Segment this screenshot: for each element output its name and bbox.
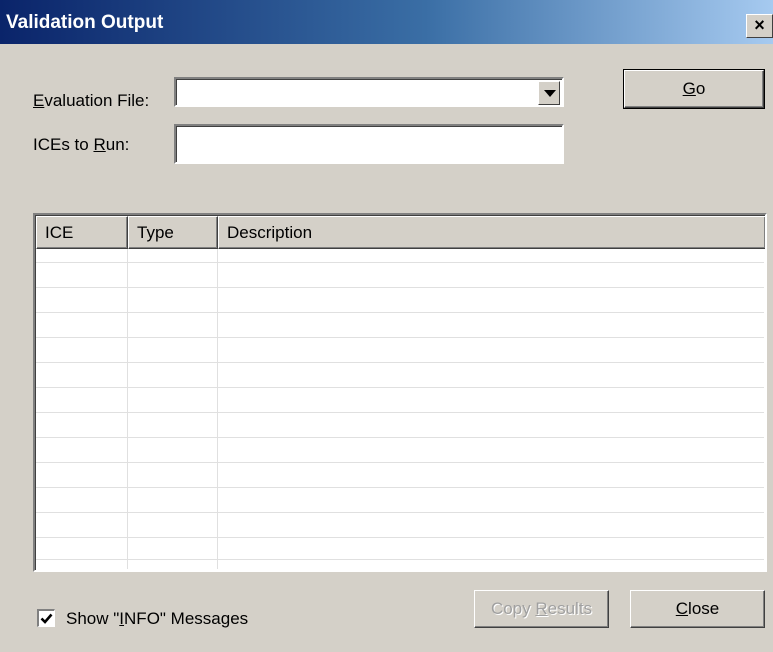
checkmark-icon [40, 613, 53, 624]
close-mnemonic: C [675, 599, 689, 618]
close-icon: × [754, 15, 765, 35]
title-bar: Validation Output × [0, 0, 773, 44]
column-divider [217, 249, 218, 569]
validation-output-dialog: Validation Output × Evaluation File: ICE… [0, 0, 773, 652]
close-label: lose [688, 599, 720, 618]
show-info-label-prefix: Show " [66, 609, 120, 628]
column-header-ice[interactable]: ICE [36, 216, 128, 249]
ices-to-run-input[interactable] [176, 126, 562, 162]
row-divider [36, 559, 764, 560]
row-divider [36, 312, 764, 313]
row-divider [36, 262, 764, 263]
go-button[interactable]: Go [623, 69, 765, 109]
copy-results-button[interactable]: Copy Results [474, 590, 609, 628]
row-divider [36, 512, 764, 513]
column-header-type[interactable]: Type [128, 216, 218, 249]
row-divider [36, 387, 764, 388]
row-divider [36, 412, 764, 413]
evaluation-file-label: Evaluation File: [33, 91, 149, 111]
show-info-label[interactable]: Show "INFO" Messages [66, 609, 248, 629]
close-button[interactable]: Close [630, 590, 765, 628]
ices-to-run-label: ICEs to Run: [33, 135, 129, 155]
evaluation-file-label-text: valuation File: [44, 91, 150, 110]
row-divider [36, 462, 764, 463]
copy-results-mnemonic: R [535, 599, 548, 618]
close-window-button[interactable]: × [746, 14, 773, 38]
chevron-down-icon [544, 90, 556, 97]
window-title: Validation Output [6, 12, 164, 33]
evaluation-file-dropdown-button[interactable] [538, 81, 560, 105]
row-divider [36, 287, 764, 288]
evaluation-file-field[interactable] [176, 79, 536, 105]
show-info-label-rest: NFO" Messages [124, 609, 249, 628]
row-divider [36, 362, 764, 363]
evaluation-file-combobox[interactable] [174, 77, 564, 107]
row-divider [36, 437, 764, 438]
results-table-body [36, 249, 764, 569]
evaluation-file-mnemonic: E [33, 91, 45, 110]
copy-results-rest: esults [547, 599, 593, 618]
ices-to-run-label-prefix: ICEs to [33, 135, 94, 154]
ices-to-run-label-rest: un: [105, 135, 130, 154]
column-divider [127, 249, 128, 569]
results-table[interactable]: ICE Type Description [33, 213, 767, 572]
row-divider [36, 487, 764, 488]
column-header-description[interactable]: Description [218, 216, 765, 249]
go-label: o [695, 79, 706, 98]
copy-results-prefix: Copy [490, 599, 536, 618]
row-divider [36, 337, 764, 338]
results-table-header: ICE Type Description [36, 216, 765, 249]
row-divider [36, 537, 764, 538]
ices-to-run-box[interactable] [174, 124, 564, 164]
ices-to-run-mnemonic: R [93, 135, 106, 154]
go-mnemonic: G [682, 79, 696, 98]
show-info-checkbox[interactable] [37, 609, 55, 627]
